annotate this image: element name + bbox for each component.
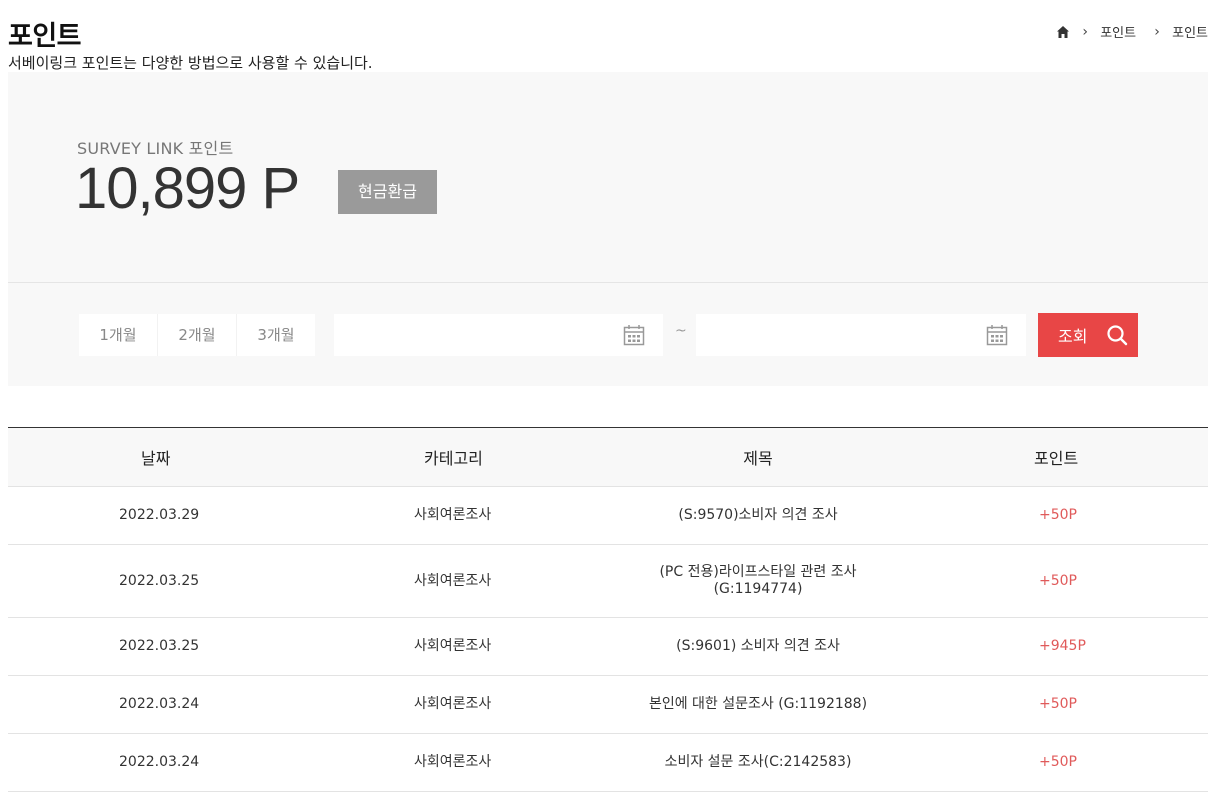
points-summary-panel: SURVEY LINK 포인트 10,899 P 현금환급: [8, 72, 1208, 283]
cell-title: (PC 전용)라이프스타일 관련 조사 (G:1194774): [659, 564, 857, 597]
cell-date: 2022.03.25: [119, 638, 200, 654]
calendar-icon[interactable]: [986, 324, 1008, 346]
period-3-month-button[interactable]: 3개월: [237, 314, 315, 356]
cell-point: +50P: [1039, 696, 1077, 712]
page-title: 포인트: [8, 21, 82, 52]
cell-date: 2022.03.25: [119, 572, 200, 589]
cell-title: (S:9570)소비자 의견 조사: [678, 507, 838, 523]
period-1-month-button[interactable]: 1개월: [79, 314, 158, 356]
column-header-title: 제목: [743, 449, 773, 468]
cell-category: 사회여론조사: [414, 696, 492, 712]
start-date-field[interactable]: [334, 314, 663, 356]
points-history-table: 날짜 카테고리 제목 포인트 2022.03.29 사회여론조사 (S:9570)소…: [8, 427, 1208, 792]
chevron-right-icon: ›: [1154, 23, 1160, 40]
cash-refund-button[interactable]: 현금환급: [338, 170, 437, 214]
search-button[interactable]: 조회: [1038, 313, 1138, 357]
column-header-category: 카테고리: [424, 449, 483, 468]
table-row: 2022.03.24 사회여론조사 소비자 설문 조사(C:2142583) +50P: [8, 734, 1208, 792]
search-button-label: 조회: [1058, 327, 1088, 346]
table-row: 2022.03.25 사회여론조사 (S:9601) 소비자 의견 조사 +945P: [8, 618, 1208, 676]
cell-date: 2022.03.24: [119, 754, 200, 770]
cell-point: +50P: [1039, 754, 1077, 770]
period-selector: 1개월 2개월 3개월: [79, 314, 315, 356]
breadcrumb: › 포인트 › 포인트: [1056, 22, 1208, 41]
cell-category: 사회여론조사: [414, 572, 492, 589]
date-filter-panel: 1개월 2개월 3개월 ~ 조회: [8, 283, 1208, 386]
home-icon[interactable]: [1056, 25, 1070, 39]
period-2-month-button[interactable]: 2개월: [158, 314, 237, 356]
cell-point: +945P: [1039, 638, 1086, 654]
column-header-point: 포인트: [1034, 449, 1079, 468]
breadcrumb-item-points[interactable]: 포인트: [1100, 22, 1136, 41]
cell-point: +50P: [1039, 507, 1077, 523]
cell-point: +50P: [1039, 572, 1077, 589]
date-range-separator: ~: [675, 323, 687, 339]
start-date-input[interactable]: [334, 314, 624, 356]
table-header: 날짜 카테고리 제목 포인트: [8, 428, 1208, 487]
cell-date: 2022.03.24: [119, 696, 200, 712]
cell-category: 사회여론조사: [414, 754, 492, 770]
breadcrumb-item-points-current[interactable]: 포인트: [1172, 22, 1208, 41]
cell-date: 2022.03.29: [119, 507, 200, 523]
table-row: 2022.03.25 사회여론조사 (PC 전용)라이프스타일 관련 조사 (G:11…: [8, 545, 1208, 618]
cell-category: 사회여론조사: [414, 638, 492, 654]
calendar-icon[interactable]: [623, 324, 645, 346]
end-date-field[interactable]: [696, 314, 1026, 356]
cell-title: 소비자 설문 조사(C:2142583): [664, 754, 852, 770]
cell-category: 사회여론조사: [414, 507, 492, 523]
points-balance: 10,899 P: [75, 156, 300, 221]
chevron-right-icon: ›: [1082, 23, 1089, 40]
table-row: 2022.03.29 사회여론조사 (S:9570)소비자 의견 조사 +50P: [8, 487, 1208, 545]
end-date-input[interactable]: [696, 314, 986, 356]
search-icon: [1107, 325, 1128, 346]
column-header-date: 날짜: [141, 449, 171, 468]
cell-title: 본인에 대한 설문조사 (G:1192188): [648, 696, 868, 712]
points-page: 포인트 서베이링크 포인트는 다양한 방법으로 사용할 수 있습니다. › 포인…: [0, 0, 1216, 806]
table-body: 2022.03.29 사회여론조사 (S:9570)소비자 의견 조사 +50P 202…: [8, 487, 1208, 792]
cell-title: (S:9601) 소비자 의견 조사: [676, 638, 840, 654]
page-description: 서베이링크 포인트는 다양한 방법으로 사용할 수 있습니다.: [8, 54, 373, 72]
table-row: 2022.03.24 사회여론조사 본인에 대한 설문조사 (G:1192188) +…: [8, 676, 1208, 734]
